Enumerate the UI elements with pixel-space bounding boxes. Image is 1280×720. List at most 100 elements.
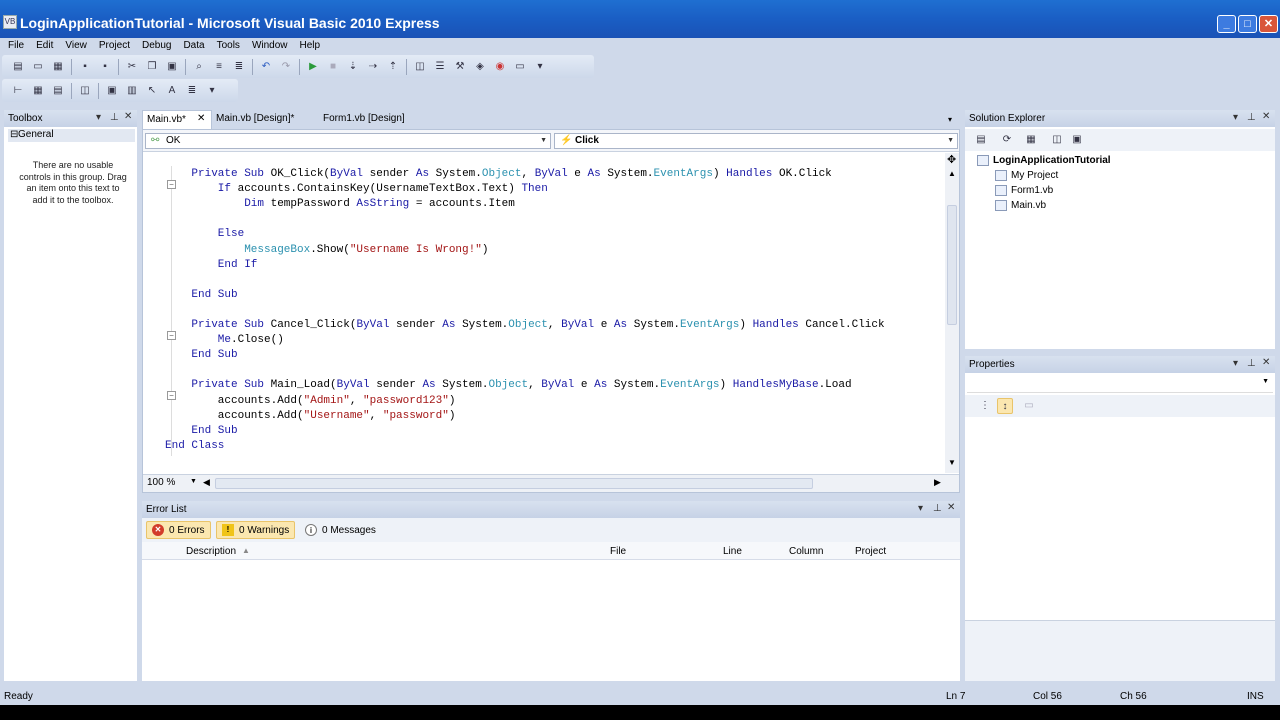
code-line[interactable]: Me.Close() <box>165 334 945 349</box>
new-project-icon[interactable]: ▤ <box>10 59 26 75</box>
format-icon[interactable]: ◫ <box>77 83 93 99</box>
comment-icon[interactable]: ≡ <box>211 59 227 75</box>
split-icon[interactable]: ✥ <box>947 153 956 166</box>
pin-icon[interactable]: ⊥ <box>1247 112 1256 123</box>
code-line[interactable] <box>165 213 945 228</box>
properties-icon[interactable]: ▤ <box>973 132 989 148</box>
categorized-icon[interactable]: ⋮ <box>977 398 993 414</box>
property-pages-icon[interactable]: ▭ <box>1021 398 1037 414</box>
find-icon[interactable]: ⌕ <box>191 59 207 75</box>
order-icon[interactable]: ▥ <box>124 83 140 99</box>
object-selector-dropdown[interactable]: ▼ <box>967 375 1273 393</box>
properties-icon[interactable]: ☰ <box>432 59 448 75</box>
code-line[interactable]: accounts.Add("Admin", "password123") <box>165 395 945 410</box>
scroll-right-icon[interactable]: ▶ <box>934 477 941 488</box>
close-icon[interactable]: ✕ <box>1262 111 1270 122</box>
tab-order-icon[interactable]: ≣ <box>184 83 200 99</box>
layout-icon[interactable]: ▣ <box>104 83 120 99</box>
toolbar-options-icon[interactable]: ▾ <box>204 83 220 99</box>
code-line[interactable] <box>165 274 945 289</box>
tree-item-project[interactable]: LoginApplicationTutorial <box>977 153 1267 168</box>
column-project[interactable]: Project <box>855 546 886 557</box>
toolbox-icon[interactable]: ⚒ <box>452 59 468 75</box>
pin-icon[interactable]: ⊥ <box>1247 358 1256 369</box>
tab-main-vb[interactable]: Main.vb* ✕ <box>142 110 212 129</box>
font-icon[interactable]: A <box>164 83 180 99</box>
open-icon[interactable]: ▭ <box>30 59 46 75</box>
step-out-icon[interactable]: ⇡ <box>385 59 401 75</box>
paste-icon[interactable]: ▣ <box>164 59 180 75</box>
close-tab-icon[interactable]: ✕ <box>197 113 205 124</box>
method-name-dropdown[interactable]: ⚡ Click ▼ <box>554 133 958 149</box>
menu-debug[interactable]: Debug <box>138 38 175 54</box>
tree-item-main[interactable]: Main.vb <box>977 198 1267 213</box>
menu-data[interactable]: Data <box>179 38 208 54</box>
tree-item-form1[interactable]: Form1.vb <box>977 183 1267 198</box>
scroll-down-icon[interactable]: ▼ <box>948 458 956 467</box>
align-icon[interactable]: ⊢ <box>10 83 26 99</box>
menu-help[interactable]: Help <box>296 38 325 54</box>
column-file[interactable]: File <box>610 546 626 557</box>
copy-icon[interactable]: ❐ <box>144 59 160 75</box>
step-over-icon[interactable]: ⇢ <box>365 59 381 75</box>
start-page-icon[interactable]: ▭ <box>512 59 528 75</box>
zoom-dropdown-icon[interactable]: ▼ <box>190 478 197 485</box>
undo-icon[interactable]: ↶ <box>258 59 274 75</box>
code-line[interactable]: End Sub <box>165 349 945 364</box>
dropdown-icon[interactable]: ▾ <box>1233 358 1238 369</box>
code-line[interactable]: Private Sub Cancel_Click(ByVal sender As… <box>165 319 945 334</box>
column-line[interactable]: Line <box>723 546 742 557</box>
menu-project[interactable]: Project <box>95 38 134 54</box>
tab-form1-design[interactable]: Form1.vb [Design] <box>319 110 419 129</box>
pin-icon[interactable]: ⊥ <box>110 112 119 123</box>
dropdown-icon[interactable]: ▾ <box>918 503 923 514</box>
code-text-area[interactable]: Private Sub OK_Click(ByVal sender As Sys… <box>165 153 945 473</box>
vertical-scroll-thumb[interactable] <box>947 205 957 325</box>
zoom-level[interactable]: 100 % <box>147 477 175 488</box>
code-line[interactable] <box>165 304 945 319</box>
pin-icon[interactable]: ⊥ <box>933 503 942 514</box>
save-all-icon[interactable]: ▪ <box>97 59 113 75</box>
code-line[interactable]: Dim tempPassword AsString = accounts.Ite… <box>165 198 945 213</box>
scroll-left-icon[interactable]: ◀ <box>203 477 210 488</box>
redo-icon[interactable]: ↷ <box>278 59 294 75</box>
alphabetical-icon[interactable]: ↕ <box>997 398 1013 414</box>
view-code-icon[interactable]: ◫ <box>1049 132 1065 148</box>
warnings-filter-button[interactable]: ! 0 Warnings <box>216 521 296 539</box>
toolbar-options-icon[interactable]: ▾ <box>532 59 548 75</box>
close-icon[interactable]: ✕ <box>947 502 955 513</box>
code-line[interactable]: accounts.Add("Username", "password") <box>165 410 945 425</box>
menu-view[interactable]: View <box>61 38 91 54</box>
maximize-button[interactable]: □ <box>1238 15 1257 33</box>
pointer-icon[interactable]: ↖ <box>144 83 160 99</box>
code-line[interactable]: MessageBox.Show("Username Is Wrong!") <box>165 244 945 259</box>
minimize-button[interactable]: _ <box>1217 15 1236 33</box>
code-line[interactable] <box>165 364 945 379</box>
errors-filter-button[interactable]: ✕ 0 Errors <box>146 521 211 539</box>
table-icon[interactable]: ▤ <box>50 83 66 99</box>
start-debugging-icon[interactable]: ▶ <box>305 59 321 75</box>
column-column[interactable]: Column <box>789 546 823 557</box>
stop-icon[interactable]: ■ <box>325 59 341 75</box>
code-line[interactable] <box>165 153 945 168</box>
scroll-up-icon[interactable]: ▲ <box>948 169 956 178</box>
code-line[interactable]: End Sub <box>165 289 945 304</box>
horizontal-scroll-thumb[interactable] <box>215 478 813 489</box>
add-item-icon[interactable]: ▦ <box>50 59 66 75</box>
dropdown-icon[interactable]: ▾ <box>1233 112 1238 123</box>
code-line[interactable]: If accounts.ContainsKey(UsernameTextBox.… <box>165 183 945 198</box>
column-description[interactable]: Description <box>186 546 236 557</box>
code-line[interactable]: End If <box>165 259 945 274</box>
view-designer-icon[interactable]: ▣ <box>1069 132 1085 148</box>
menu-edit[interactable]: Edit <box>32 38 57 54</box>
grid-icon[interactable]: ▦ <box>30 83 46 99</box>
dropdown-icon[interactable]: ▾ <box>96 112 101 123</box>
database-explorer-icon[interactable]: ◉ <box>492 59 508 75</box>
menu-window[interactable]: Window <box>248 38 292 54</box>
menu-file[interactable]: File <box>4 38 28 54</box>
step-into-icon[interactable]: ⇣ <box>345 59 361 75</box>
tab-list-dropdown-icon[interactable]: ▾ <box>948 115 952 124</box>
uncomment-icon[interactable]: ≣ <box>231 59 247 75</box>
close-icon[interactable]: ✕ <box>1262 357 1270 368</box>
close-button[interactable]: ✕ <box>1259 15 1278 33</box>
